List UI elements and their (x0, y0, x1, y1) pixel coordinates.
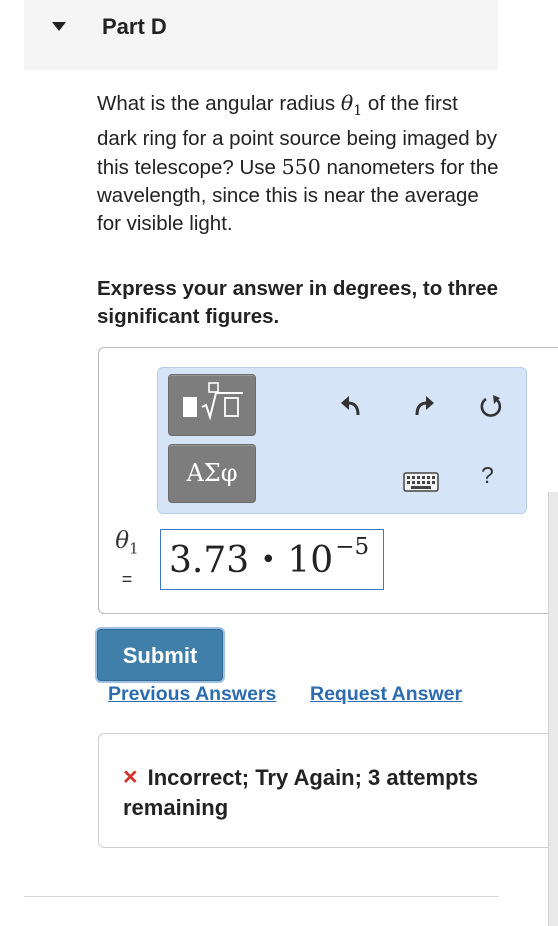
answer-base: 10 (287, 540, 334, 581)
answer-theta-subscript: 1 (129, 539, 139, 558)
incorrect-x-icon: × (123, 763, 138, 791)
part-header[interactable] (24, 0, 498, 70)
theta-subscript: 1 (353, 103, 363, 120)
answer-operator: • (260, 545, 276, 575)
collapse-caret-icon[interactable] (52, 22, 66, 31)
question-text-before: What is the angular radius (97, 92, 341, 115)
answer-variable-label: θ1 = (112, 528, 142, 592)
feedback-line1: Incorrect; Try Again; 3 attempts (147, 765, 479, 790)
answer-mantissa: 3.73 (169, 540, 250, 581)
previous-answers-link[interactable]: Previous Answers (108, 683, 276, 706)
answer-theta: θ (115, 528, 130, 554)
feedback-line2: remaining (123, 795, 229, 820)
help-icon[interactable]: ? (481, 462, 494, 489)
request-answer-link[interactable]: Request Answer (310, 683, 462, 706)
section-divider (24, 896, 498, 897)
undo-icon[interactable] (339, 393, 365, 419)
greek-symbols-button[interactable]: ΑΣφ (168, 444, 256, 503)
question-text: What is the angular radius θ1 of the fir… (97, 89, 502, 238)
wavelength-value: 550 (281, 155, 321, 180)
part-title: Part D (102, 14, 167, 39)
template-icon (183, 382, 243, 421)
math-toolbar: ΑΣφ ? (157, 367, 527, 514)
theta-symbol: θ (340, 91, 354, 115)
answer-instruction: Express your answer in degrees, to three… (97, 277, 499, 328)
submit-button[interactable]: Submit (97, 629, 223, 681)
feedback-message: × Incorrect; Try Again; 3 attempts remaini… (123, 762, 558, 823)
templates-button[interactable] (168, 374, 256, 436)
scrollbar[interactable] (548, 492, 558, 926)
answer-input[interactable]: 3.73 • 10−5 (160, 529, 384, 590)
answer-equals: = (121, 568, 133, 589)
keyboard-icon[interactable] (403, 472, 439, 492)
reset-icon[interactable] (477, 393, 505, 421)
answer-exponent: −5 (335, 534, 370, 560)
redo-icon[interactable] (410, 393, 436, 419)
